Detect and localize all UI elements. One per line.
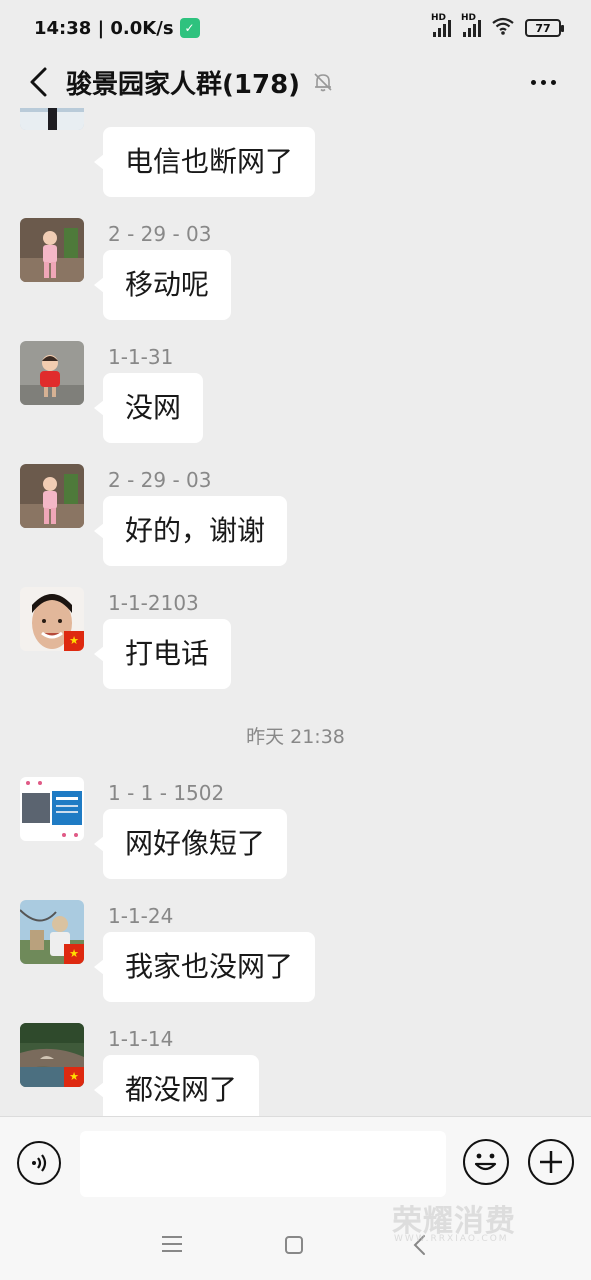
message-bubble[interactable]: 电信也断网了	[93, 127, 316, 197]
status-time: 14:38 | 0.0K/s	[34, 17, 174, 39]
signal-icon: HD	[431, 13, 451, 37]
more-features-button[interactable]	[528, 1139, 574, 1185]
sender-name: 1-1-2103	[108, 591, 199, 615]
avatar[interactable]: ★	[20, 900, 84, 964]
voice-input-button[interactable]	[17, 1141, 61, 1185]
message-bubble[interactable]: 打电话	[93, 619, 232, 689]
message-bubble[interactable]: 都没网了	[93, 1055, 260, 1116]
watermark-sub: WWW.RRXIAO.COM	[394, 1234, 509, 1244]
sender-name: 1 - 1 - 1502	[108, 781, 225, 805]
sender-name: 1-1-31	[108, 345, 174, 369]
sender-name: 2 - 29 - 03	[108, 468, 212, 492]
sender-name: 2 - 29 - 03	[108, 222, 212, 246]
sender-name: 1-1-14	[108, 1027, 174, 1051]
chevron-left-icon	[30, 67, 47, 97]
back-button[interactable]	[14, 58, 62, 106]
message-bubble[interactable]: 好的，谢谢	[93, 496, 288, 566]
mute-bell-icon	[314, 73, 332, 92]
avatar[interactable]	[20, 341, 84, 405]
plus-icon	[540, 1151, 562, 1173]
avatar[interactable]	[20, 777, 84, 841]
message-bubble[interactable]: 移动呢	[93, 250, 232, 320]
chat-title: 骏景园家人群(178)	[66, 69, 301, 100]
china-flag-icon: ★	[64, 944, 84, 964]
avatar[interactable]	[20, 108, 84, 130]
home-icon[interactable]	[285, 1236, 303, 1254]
china-flag-icon: ★	[64, 631, 84, 651]
smiley-icon	[474, 1153, 497, 1171]
avatar[interactable]	[20, 218, 84, 282]
hd-label-2: HD	[461, 13, 477, 23]
message-bubble[interactable]: 没网	[93, 373, 204, 443]
battery-icon: 77	[525, 19, 564, 37]
shield-icon: ✓	[179, 18, 200, 38]
avatar[interactable]: ★	[20, 1023, 84, 1087]
message-bubble[interactable]: 我家也没网了	[93, 932, 316, 1002]
chat-title-bar: 骏景园家人群(178)	[0, 56, 591, 108]
status-bar: 14:38 | 0.0K/s ✓ HD HD 77	[0, 0, 591, 56]
message-input[interactable]	[80, 1131, 446, 1197]
hd-label: HD	[431, 13, 447, 23]
message-bubble[interactable]: 网好像短了	[93, 809, 288, 879]
signal-icon-2: HD	[461, 13, 481, 37]
voice-icon	[32, 1154, 47, 1172]
avatar[interactable]	[20, 464, 84, 528]
time-separator: 昨天 21:38	[246, 726, 345, 748]
recents-icon[interactable]	[162, 1236, 182, 1252]
message-list[interactable]: 电信也断网了 2 - 29 - 03 移动呢 1-1-31 没网 2 - 29 …	[0, 108, 591, 1116]
avatar[interactable]: ★	[20, 587, 84, 651]
wifi-icon	[491, 17, 515, 40]
emoji-button[interactable]	[463, 1139, 509, 1185]
status-right: HD HD 77	[431, 13, 564, 40]
sender-name: 1-1-24	[108, 904, 174, 928]
status-left: 14:38 | 0.0K/s ✓	[34, 18, 200, 39]
more-options-button[interactable]	[523, 66, 563, 98]
china-flag-icon: ★	[64, 1067, 84, 1087]
battery-level: 77	[535, 21, 551, 35]
